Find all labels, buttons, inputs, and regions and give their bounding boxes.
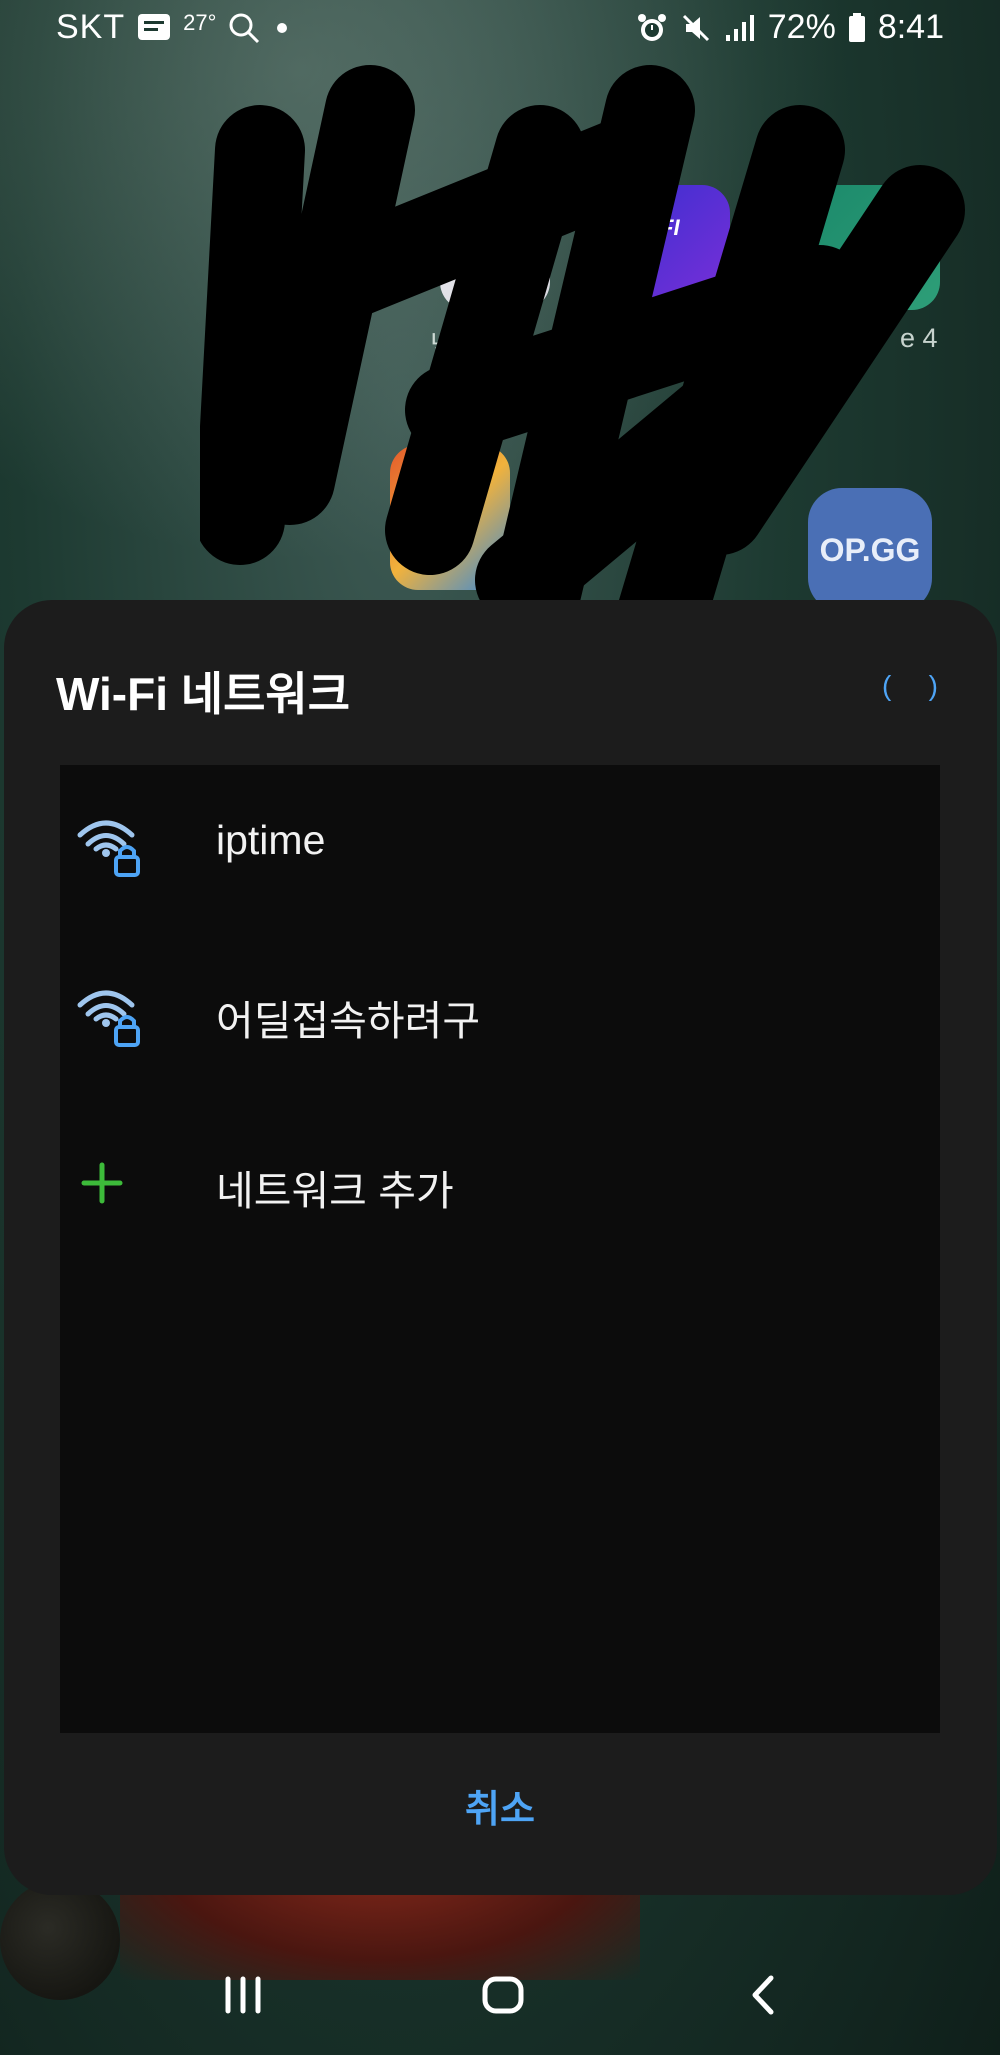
add-network-label: 네트워크 추가: [216, 1168, 454, 1214]
recents-icon[interactable]: [203, 1960, 283, 2030]
status-bar: SKT 27° 72% 8:41: [0, 0, 1000, 60]
temperature-label: 27°: [183, 9, 217, 35]
wifi-lock-icon: [74, 809, 148, 883]
battery-percent: 72%: [767, 8, 836, 46]
clock: 8:41: [877, 8, 944, 46]
spinner-left: (: [882, 670, 892, 701]
home-icon[interactable]: [463, 1960, 543, 2030]
carrier-label: SKT: [56, 8, 126, 46]
navigation-bar: [0, 1935, 1000, 2055]
plus-icon: [74, 1149, 148, 1223]
battery-icon: [848, 12, 866, 43]
network-name: iptime: [216, 817, 326, 863]
search-icon: [228, 12, 260, 44]
cancel-button[interactable]: 취소: [400, 1770, 600, 1840]
scanning-spinner-icon: ( ): [882, 670, 938, 704]
network-item-second[interactable]: 어딜접속하려구: [60, 935, 940, 1095]
dialog-title: Wi-Fi 네트워크: [56, 668, 351, 720]
phone-screen: FI 넥슨 F e 4 OP.GG SKT 27° 72% 8:41 Wi-Fi…: [0, 0, 1000, 2055]
alarm-icon: [636, 12, 668, 44]
add-network-button[interactable]: 네트워크 추가: [60, 1105, 940, 1265]
back-icon[interactable]: [723, 1960, 803, 2030]
network-list: iptime 어딜접속하려구 네트워크 추가: [60, 765, 940, 1733]
dot-icon: [272, 18, 292, 38]
mute-icon: [680, 12, 712, 44]
message-icon: [137, 13, 171, 43]
signal-icon: [724, 13, 756, 43]
wifi-lock-icon: [74, 979, 148, 1053]
network-item-iptime[interactable]: iptime: [60, 765, 940, 925]
spinner-right: ): [928, 670, 938, 701]
network-name: 어딜접속하려구: [216, 998, 481, 1044]
